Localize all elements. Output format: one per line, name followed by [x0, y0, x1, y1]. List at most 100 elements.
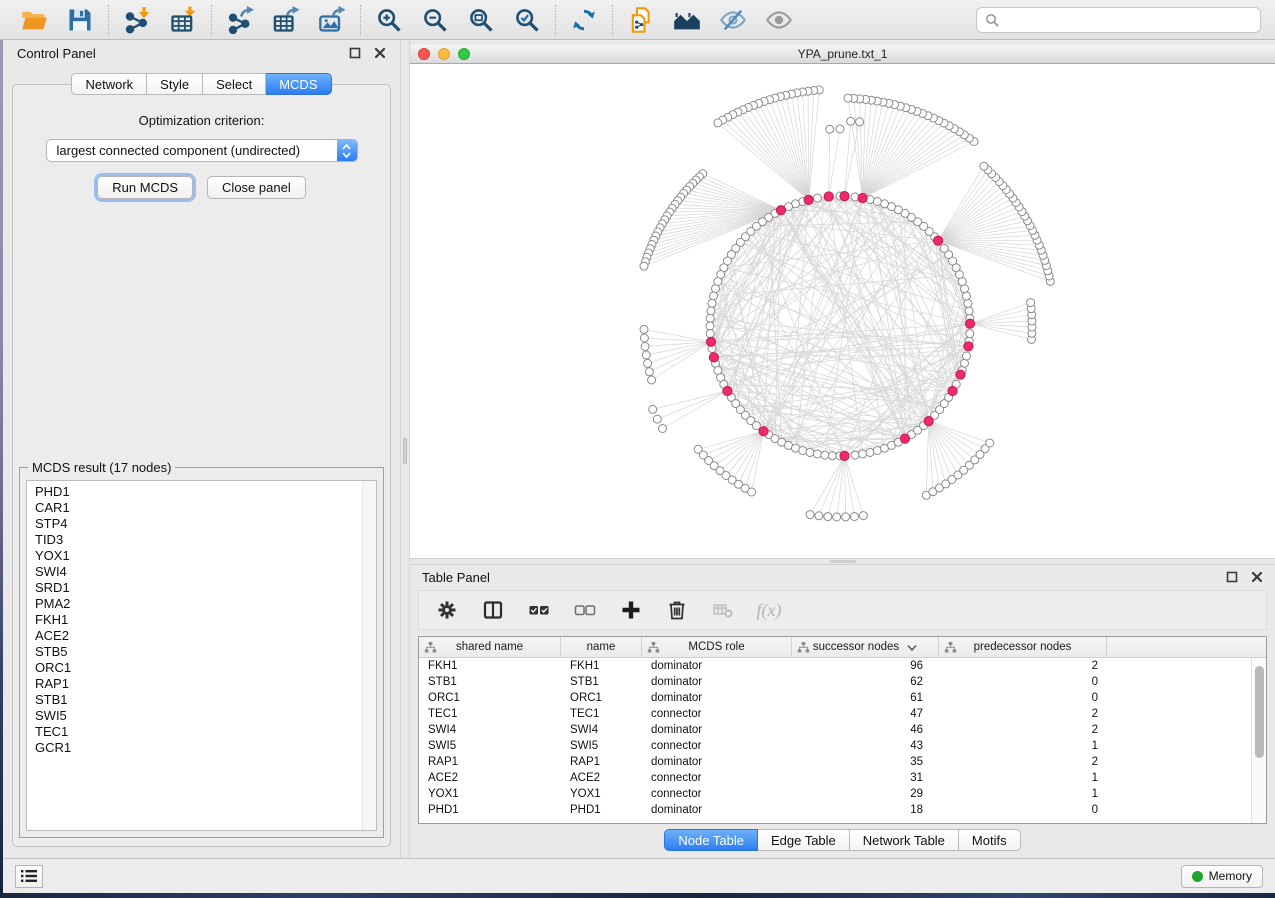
tab-select[interactable]: Select	[203, 73, 266, 95]
mcds-result-item[interactable]: SWI5	[27, 708, 376, 724]
mcds-result-item[interactable]: CAR1	[27, 500, 376, 516]
mcds-result-item[interactable]: YOX1	[27, 548, 376, 564]
table-row[interactable]: YOX1YOX1connector291	[419, 786, 1266, 802]
mcds-result-item[interactable]: STB1	[27, 692, 376, 708]
hide-selected-icon[interactable]	[718, 5, 748, 35]
float-panel-icon[interactable]	[349, 47, 361, 59]
mcds-result-item[interactable]: TID3	[27, 532, 376, 548]
minimize-window-icon[interactable]	[438, 48, 450, 60]
sort-down-icon	[907, 643, 917, 651]
close-panel-icon[interactable]	[374, 47, 386, 59]
memory-button[interactable]: Memory	[1181, 865, 1263, 888]
cell-successor-nodes: 62	[792, 676, 939, 688]
optimization-criterion-select[interactable]: largest connected component (undirected)	[46, 139, 358, 162]
tab-network[interactable]: Network	[71, 73, 147, 95]
search-input[interactable]	[1005, 12, 1252, 27]
mcds-result-item[interactable]: PMA2	[27, 596, 376, 612]
column-header-label: shared name	[456, 641, 523, 653]
close-panel-icon[interactable]	[1251, 571, 1263, 583]
mcds-result-item[interactable]: SWI4	[27, 564, 376, 580]
refresh-icon[interactable]	[569, 5, 599, 35]
mcds-result-item[interactable]: ORC1	[27, 660, 376, 676]
add-column-icon[interactable]	[619, 598, 643, 622]
mcds-result-item[interactable]: PHD1	[27, 484, 376, 500]
tab-mcds[interactable]: MCDS	[266, 73, 331, 95]
zoom-fit-icon[interactable]	[466, 5, 496, 35]
run-mcds-button[interactable]: Run MCDS	[97, 176, 193, 199]
import-table-icon[interactable]	[168, 5, 198, 35]
task-history-button[interactable]	[15, 865, 43, 888]
table-row[interactable]: ORC1ORC1dominator610	[419, 690, 1266, 706]
close-panel-button[interactable]: Close panel	[207, 176, 306, 199]
table-row[interactable]: ACE2ACE2connector311	[419, 770, 1266, 786]
table-row[interactable]: FKH1FKH1dominator962	[419, 658, 1266, 674]
tab-edge-table[interactable]: Edge Table	[758, 829, 850, 851]
zoom-in-icon[interactable]	[374, 5, 404, 35]
table-row[interactable]: PHD1PHD1dominator180	[419, 802, 1266, 818]
import-network-icon[interactable]	[122, 5, 152, 35]
splitter-handle[interactable]	[403, 438, 407, 464]
tab-style[interactable]: Style	[147, 73, 203, 95]
table-row[interactable]: SWI5SWI5connector431	[419, 738, 1266, 754]
deselect-all-icon[interactable]	[573, 598, 597, 622]
cell-mcds-role: dominator	[642, 804, 792, 816]
zoom-selected-icon[interactable]	[512, 5, 542, 35]
table-row[interactable]: TEC1TEC1connector472	[419, 706, 1266, 722]
column-header-MCDS-role[interactable]: MCDS role	[642, 637, 792, 657]
search-box[interactable]	[976, 7, 1261, 33]
column-header-filler	[1107, 637, 1266, 657]
network-graph[interactable]	[410, 64, 1275, 558]
export-network-icon[interactable]	[225, 5, 255, 35]
list-scrollbar[interactable]	[362, 481, 376, 830]
column-header-successor-nodes[interactable]: successor nodes	[792, 637, 939, 657]
show-all-icon[interactable]	[764, 5, 794, 35]
network-canvas[interactable]	[410, 64, 1275, 558]
float-panel-icon[interactable]	[1226, 571, 1238, 583]
mcds-result-list[interactable]: PHD1CAR1STP4TID3YOX1SWI4SRD1PMA2FKH1ACE2…	[26, 480, 377, 831]
mcds-result-item[interactable]: STB5	[27, 644, 376, 660]
table-scrollbar[interactable]	[1251, 658, 1266, 823]
maximize-window-icon[interactable]	[458, 48, 470, 60]
export-table-icon[interactable]	[271, 5, 301, 35]
select-all-icon[interactable]	[527, 598, 551, 622]
save-session-icon[interactable]	[65, 5, 95, 35]
cell-predecessor-nodes: 0	[939, 804, 1107, 816]
close-window-icon[interactable]	[418, 48, 430, 60]
network-window-titlebar[interactable]: YPA_prune.txt_1	[410, 45, 1275, 64]
tab-node-table[interactable]: Node Table	[664, 829, 758, 851]
mcds-result-item[interactable]: FKH1	[27, 612, 376, 628]
mcds-result-item[interactable]: ACE2	[27, 628, 376, 644]
duplicate-network-icon[interactable]	[626, 5, 656, 35]
delete-column-icon[interactable]	[665, 598, 689, 622]
settings-icon[interactable]	[435, 598, 459, 622]
horizontal-splitter[interactable]	[410, 558, 1275, 565]
table-row[interactable]: SWI4SWI4dominator462	[419, 722, 1266, 738]
column-header-predecessor-nodes[interactable]: predecessor nodes	[939, 637, 1107, 657]
search-icon	[985, 13, 999, 27]
cell-mcds-role: connector	[642, 772, 792, 784]
mcds-result-item[interactable]: RAP1	[27, 676, 376, 692]
zoom-out-icon[interactable]	[420, 5, 450, 35]
scrollbar-thumb[interactable]	[1255, 666, 1264, 758]
splitter-handle[interactable]	[830, 560, 856, 563]
tree-icon	[424, 641, 437, 654]
node-table: shared name nameMCDS rolesuccessor nodesp…	[418, 636, 1267, 824]
column-header-shared-name[interactable]: shared name	[419, 637, 561, 657]
status-bar: Memory	[3, 858, 1275, 893]
first-neighbors-icon[interactable]	[672, 5, 702, 35]
table-row[interactable]: STB1STB1dominator620	[419, 674, 1266, 690]
export-group	[212, 5, 360, 35]
table-row[interactable]: RAP1RAP1dominator352	[419, 754, 1266, 770]
vertical-splitter[interactable]	[400, 40, 410, 858]
tab-motifs[interactable]: Motifs	[959, 829, 1021, 851]
split-columns-icon[interactable]	[481, 598, 505, 622]
mcds-result-item[interactable]: SRD1	[27, 580, 376, 596]
open-file-icon[interactable]	[19, 5, 49, 35]
tab-network-table[interactable]: Network Table	[850, 829, 959, 851]
mcds-result-item[interactable]: GCR1	[27, 740, 376, 756]
mcds-result-item[interactable]: STP4	[27, 516, 376, 532]
column-header-name[interactable]: name	[561, 637, 642, 657]
mcds-result-item[interactable]: TEC1	[27, 724, 376, 740]
control-panel-tabs: NetworkStyleSelectMCDS	[3, 73, 400, 95]
export-image-icon[interactable]	[317, 5, 347, 35]
